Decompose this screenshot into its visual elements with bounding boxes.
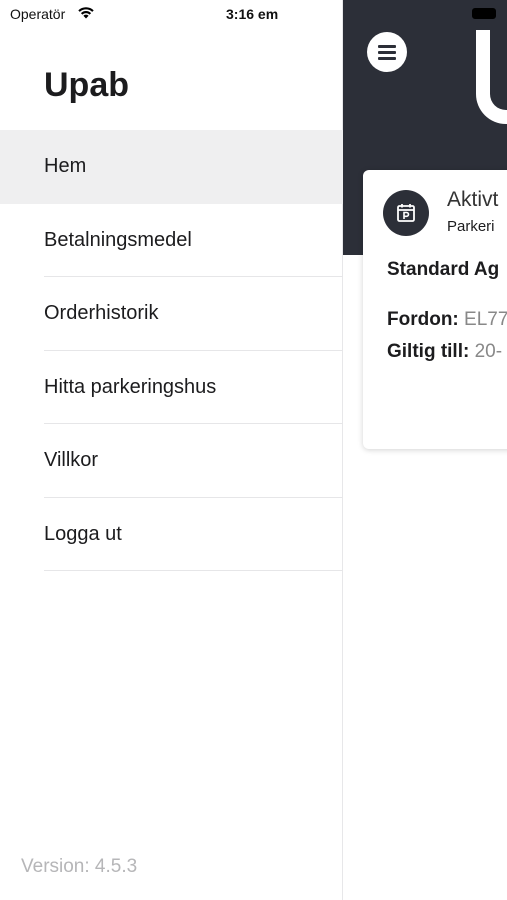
menu-item-villkor[interactable]: Villkor xyxy=(0,424,343,498)
menu-item-hitta-parkeringshus[interactable]: Hitta parkeringshus xyxy=(0,351,343,425)
vehicle-value: EL77 xyxy=(464,309,507,330)
hamburger-icon-line xyxy=(378,51,396,54)
app-version: Version: 4.5.3 xyxy=(21,856,138,877)
parking-calendar-icon-glyph xyxy=(397,204,415,222)
hamburger-icon xyxy=(378,45,396,48)
wifi-icon xyxy=(78,7,94,19)
menu-item-logga-ut[interactable]: Logga ut xyxy=(0,498,343,572)
brand-logo xyxy=(476,30,507,124)
menu-item-hem[interactable]: Hem xyxy=(0,130,343,204)
main-content: Aktivt Parkeri Standard Ag Fordon: EL77 … xyxy=(343,0,507,900)
navigation-drawer: Upab Hem Betalningsmedel Orderhistorik H… xyxy=(0,0,343,900)
card-product-name: Standard Ag xyxy=(387,259,500,280)
drawer-menu: Hem Betalningsmedel Orderhistorik Hitta … xyxy=(0,130,343,571)
menu-item-betalningsmedel[interactable]: Betalningsmedel xyxy=(0,204,343,278)
active-parking-card[interactable]: Aktivt Parkeri Standard Ag Fordon: EL77 … xyxy=(363,170,507,449)
valid-until-value: 20- xyxy=(474,341,503,362)
card-subtitle: Parkeri xyxy=(447,218,495,235)
carrier-label: Operatör xyxy=(10,6,66,22)
vehicle-label: Fordon: xyxy=(387,309,459,330)
hamburger-icon-line xyxy=(378,57,396,60)
drawer-title: Upab xyxy=(44,66,129,104)
valid-until-label: Giltig till: xyxy=(387,341,470,362)
vehicle-row: Fordon: EL77 xyxy=(387,309,507,331)
menu-item-orderhistorik[interactable]: Orderhistorik xyxy=(0,277,343,351)
clock: 3:16 em xyxy=(226,6,279,22)
parking-calendar-icon xyxy=(383,190,429,236)
valid-until-row: Giltig till: 20- xyxy=(387,341,502,363)
menu-button[interactable] xyxy=(367,32,407,72)
status-bar: Operatör 3:16 em xyxy=(0,0,507,28)
battery-icon xyxy=(472,8,496,19)
card-title: Aktivt xyxy=(447,188,499,211)
